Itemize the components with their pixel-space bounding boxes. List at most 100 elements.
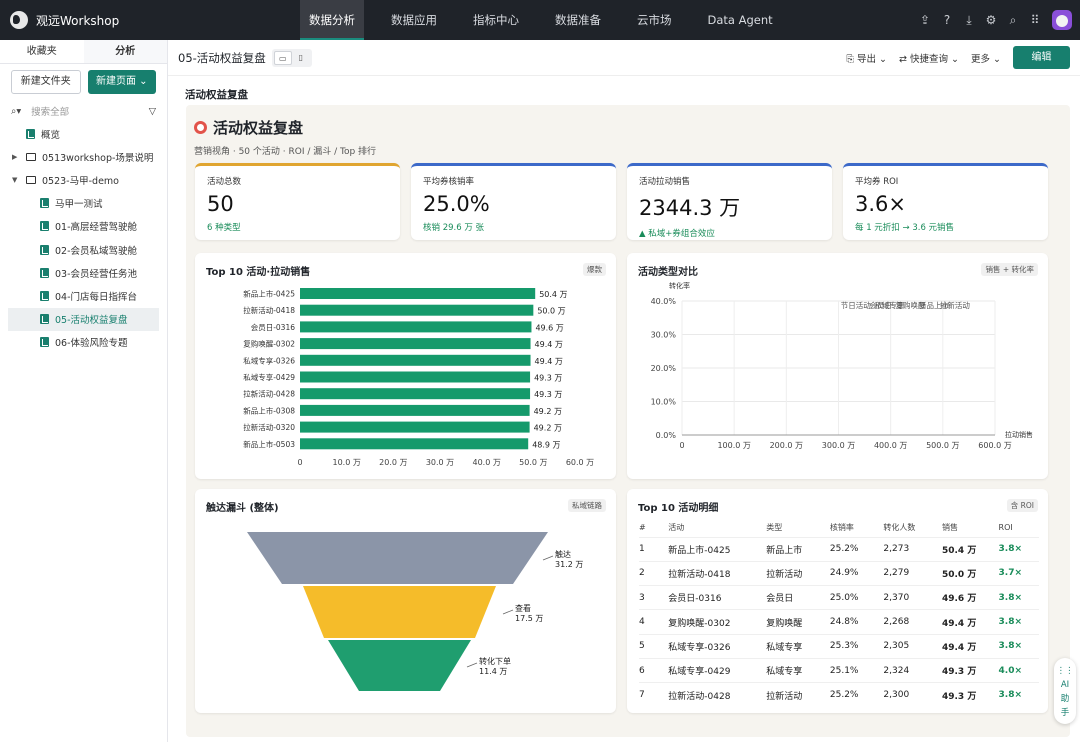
sidebar-search-input[interactable]: 搜索全部 — [31, 104, 149, 118]
chevron-down-icon[interactable]: ▼ — [12, 176, 22, 184]
table-row[interactable]: 4 复购唤醒-0302 复购唤醒 24.8% 2,268 49.4 万 3.8× — [639, 609, 1039, 635]
x-tick-label: 300.0 万 — [822, 441, 855, 450]
new-folder-button[interactable]: 新建文件夹 — [11, 70, 81, 94]
canvas-title: 活动权益复盘 — [185, 89, 248, 101]
table-cell: 3.7× — [998, 560, 1039, 586]
column-header[interactable]: ROI — [999, 519, 1039, 537]
quick-query-button[interactable]: ⇄ 快捷查询 ⌄ — [899, 51, 959, 65]
kpi-card[interactable]: 活动总数 50 6 种类型 — [195, 163, 400, 240]
kpi-card[interactable]: 平均券核销率 25.0% 核销 29.6 万 张 — [411, 163, 616, 240]
download-icon[interactable]: ⤓ — [958, 13, 980, 28]
more-button[interactable]: 更多 ⌄ — [971, 51, 1001, 65]
table-cell: 49.3 万 — [941, 657, 999, 683]
tree-item[interactable]: 马甲一测试 — [0, 192, 167, 215]
table-row[interactable]: 6 私域专享-0429 私域专享 25.1% 2,324 49.3 万 4.0× — [639, 657, 1039, 683]
column-header[interactable]: 类型 — [766, 519, 830, 537]
search-icon[interactable]: ⌕▾ — [11, 106, 21, 117]
table-cell: 3.8× — [998, 536, 1039, 562]
report-icon — [40, 244, 49, 255]
table-row[interactable]: 1 新品上市-0425 新品上市 25.2% 2,273 50.4 万 3.8× — [639, 536, 1039, 562]
column-header[interactable]: 核销率 — [830, 519, 884, 537]
nav-cloud-market[interactable]: 云市场 — [628, 0, 681, 40]
tree-item[interactable]: 02-会员私域驾驶舱 — [0, 238, 167, 261]
app-name: 观远Workshop — [36, 13, 120, 28]
tree-folder[interactable]: ▶ 0513workshop-场景说明 — [0, 145, 167, 168]
funnel-stage-name: 转化下单 — [479, 656, 511, 666]
table-cell: 6 — [639, 657, 669, 683]
column-header[interactable]: # — [639, 519, 668, 537]
main-area: 05-活动权益复盘 ▭ ▯ ⎘ 导出 ⌄ ⇄ 快捷查询 ⌄ 更多 ⌄ 编辑 活动… — [168, 40, 1080, 742]
ai-assistant-button[interactable]: ⋮⋮ AI 助手 — [1054, 658, 1076, 724]
ai-assistant-label: AI 助手 — [1060, 680, 1070, 718]
detail-table-card[interactable]: Top 10 活动明细 含 ROI # 活动 类型 核销率 转化人数 销售 ROI 1 新品上市… — [627, 489, 1048, 713]
chevron-right-icon[interactable]: ▶ — [12, 153, 22, 161]
tab-analysis[interactable]: 分析 — [83, 40, 167, 63]
table-row[interactable]: 3 会员日-0316 会员日 25.0% 2,370 49.6 万 3.8× — [639, 585, 1039, 610]
tree-item[interactable]: 01-高层经营驾驶舱 — [0, 215, 167, 238]
y-tick-label: 20.0% — [651, 364, 677, 373]
table-row[interactable]: 7 拉新活动-0428 拉新活动 25.2% 2,300 49.3 万 3.8× — [639, 682, 1039, 708]
bar — [300, 388, 531, 400]
nav-data-prep[interactable]: 数据准备 — [546, 0, 610, 40]
tree-item-label: 03-会员经营任务池 — [55, 268, 138, 280]
kpi-label: 平均券 ROI — [855, 177, 899, 187]
bar-value-label: 48.9 万 — [532, 440, 560, 449]
report-icon — [40, 221, 49, 232]
report-icon — [40, 198, 49, 209]
y-tick-label: 40.0% — [651, 297, 677, 306]
help-icon[interactable]: ? — [936, 13, 958, 27]
bar-category-label: 复购唤醒-0302 — [243, 339, 295, 349]
inbox-icon[interactable]: ⇪ — [914, 13, 936, 27]
x-tick-label: 400.0 万 — [874, 441, 907, 450]
desktop-view-icon[interactable]: ▭ — [273, 50, 292, 65]
tab-favorites[interactable]: 收藏夹 — [0, 40, 84, 63]
mobile-view-icon[interactable]: ▯ — [292, 51, 310, 65]
search-icon[interactable]: ⌕ — [1002, 13, 1024, 28]
tree-folder[interactable]: ▼ 0523-马甲-demo — [0, 168, 167, 191]
table-row[interactable]: 5 私域专享-0326 私域专享 25.3% 2,305 49.4 万 3.8× — [639, 633, 1039, 659]
table-cell: 拉新活动-0428 — [668, 682, 767, 708]
column-header[interactable]: 销售 — [942, 519, 999, 537]
nav-data-agent[interactable]: Data Agent — [699, 0, 782, 40]
tree-item[interactable]: 06-体验风险专题 — [0, 331, 167, 354]
table-cell: 4 — [639, 609, 669, 635]
nav-metrics-center[interactable]: 指标中心 — [464, 0, 528, 40]
column-header[interactable]: 活动 — [668, 519, 766, 537]
tree-item[interactable]: 03-会员经营任务池 — [0, 261, 167, 284]
nav-data-analysis[interactable]: 数据分析 — [300, 0, 364, 40]
kpi-card[interactable]: 活动拉动销售 2344.3 万 ▲ 私域+券组合效应 — [627, 163, 832, 240]
bar — [300, 421, 530, 433]
table-cell: 2,370 — [883, 585, 942, 610]
top10-bar-card[interactable]: Top 10 活动·拉动销售 爆款 新品上市-0425 50.4 万拉新活动-04… — [195, 253, 616, 479]
y-tick-label: 0.0% — [656, 431, 677, 440]
funnel-card[interactable]: 触达漏斗 (整体) 私域链路 触达 31.2 万查看 17.5 万转化下单 11.4 … — [195, 489, 616, 713]
bar — [300, 354, 531, 366]
bar — [300, 288, 536, 299]
column-header[interactable]: 转化人数 — [883, 519, 942, 537]
kpi-label: 活动拉动销售 — [639, 177, 691, 187]
globe-icon — [10, 11, 28, 29]
type-compare-card[interactable]: 活动类型对比 销售 + 转化率 转化率 0.0% 10.0% 20.0% 30.0% 40… — [627, 253, 1048, 479]
settings-icon[interactable]: ⚙ — [980, 13, 1002, 27]
table-cell: 49.4 万 — [941, 609, 999, 635]
filter-icon[interactable]: ▽ — [149, 106, 156, 117]
export-button[interactable]: ⎘ 导出 ⌄ — [846, 51, 887, 65]
bar-category-label: 新品上市-0503 — [243, 439, 295, 449]
tree-item[interactable]: 04-门店每日指挥台 — [0, 284, 167, 307]
chart-tag: 含 ROI — [1006, 499, 1038, 512]
app-logo[interactable]: 观远Workshop — [0, 11, 300, 29]
table-cell: 49.4 万 — [941, 633, 999, 659]
tree-item[interactable]: 概览 — [0, 122, 167, 145]
kpi-note: 每 1 元折扣 → 3.6 元销售 — [855, 223, 955, 233]
new-page-button[interactable]: 新建页面 ⌄ — [87, 70, 156, 94]
tree-item-selected[interactable]: 05-活动权益复盘 — [8, 307, 159, 331]
kpi-card[interactable]: 平均券 ROI 3.6× 每 1 元折扣 → 3.6 元销售 — [843, 163, 1048, 240]
nav-data-apps[interactable]: 数据应用 — [382, 0, 446, 40]
avatar[interactable] — [1052, 10, 1072, 30]
table-row[interactable]: 2 拉新活动-0418 拉新活动 24.9% 2,279 50.0 万 3.7× — [639, 560, 1039, 586]
edit-button[interactable]: 编辑 — [1013, 46, 1070, 69]
tree-item-label: 05-活动权益复盘 — [55, 315, 128, 327]
table-cell: 2,279 — [883, 560, 942, 586]
table-cell: 2,324 — [883, 657, 942, 683]
apps-grid-icon[interactable]: ⠿ — [1024, 13, 1046, 27]
